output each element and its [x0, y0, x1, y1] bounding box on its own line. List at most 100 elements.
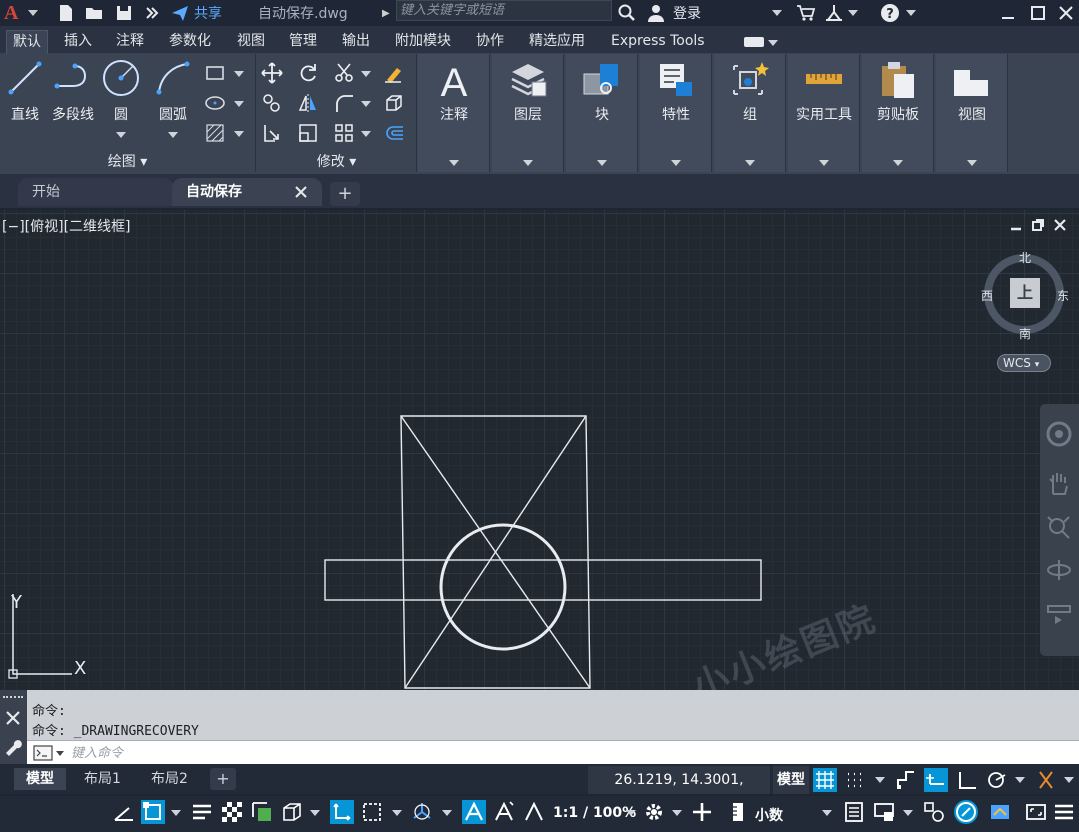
block-dropdown-icon[interactable]: [597, 160, 607, 166]
tab-collaborate[interactable]: 协作: [470, 30, 510, 54]
workspace-gear-icon[interactable]: [642, 800, 666, 824]
ortho-mode-icon[interactable]: [955, 768, 979, 792]
move-icon[interactable]: [261, 62, 283, 84]
properties-dropdown-icon[interactable]: [671, 160, 681, 166]
erase-icon[interactable]: [383, 62, 405, 84]
trim-dropdown-icon[interactable]: [361, 71, 371, 77]
workspace-dropdown-icon[interactable]: [672, 810, 682, 816]
minimize-icon[interactable]: [998, 3, 1018, 23]
trim-icon[interactable]: [333, 62, 355, 84]
block-panel[interactable]: 块: [566, 54, 638, 172]
polar-tracking-icon[interactable]: [984, 768, 1008, 792]
layers-panel[interactable]: 图层: [492, 54, 564, 172]
isodraft-icon[interactable]: [1034, 768, 1058, 792]
annotation-visibility-icon[interactable]: [462, 800, 486, 824]
viewport-minimize-icon[interactable]: [1009, 218, 1023, 232]
quick-properties-icon[interactable]: [842, 800, 866, 824]
store-cart-icon[interactable]: [796, 3, 816, 23]
tab-layout2[interactable]: 布局2: [139, 768, 200, 790]
ribbon-state-icon[interactable]: [744, 37, 764, 47]
tab-view[interactable]: 视图: [231, 30, 271, 54]
properties-panel[interactable]: 特性: [640, 54, 712, 172]
rectangle-icon[interactable]: [204, 62, 226, 84]
fullscreen-icon[interactable]: [1024, 800, 1048, 824]
customization-menu-icon[interactable]: [1052, 800, 1076, 824]
solid-edit-icon[interactable]: [383, 92, 405, 114]
units-value[interactable]: 小数: [755, 805, 783, 825]
units-icon[interactable]: [726, 800, 750, 824]
steering-wheel-icon[interactable]: [1045, 420, 1073, 448]
3d-osnap-icon[interactable]: [280, 800, 304, 824]
ucs-icon[interactable]: Y X: [6, 588, 106, 684]
polar-dropdown-icon[interactable]: [1015, 777, 1025, 783]
3d-osnap-dropdown-icon[interactable]: [310, 810, 320, 816]
scale-dropdown-icon[interactable]: [626, 810, 636, 816]
tab-featured-apps[interactable]: 精选应用: [523, 30, 591, 54]
drawing-viewport[interactable]: [−][俯视][二维线框] 上 北 南 东 西 WCS ▾ Y X 小小绘图院: [0, 210, 1079, 690]
grid-display-icon[interactable]: [813, 768, 837, 792]
center-circle[interactable]: [439, 523, 567, 651]
help-icon[interactable]: ?: [880, 3, 900, 23]
recent-commands-dropdown-icon[interactable]: [56, 751, 64, 756]
tab-default[interactable]: 默认: [6, 30, 48, 54]
tab-annotate[interactable]: 注释: [110, 30, 150, 54]
showmotion-icon[interactable]: [1045, 600, 1073, 628]
array-icon[interactable]: [333, 122, 355, 144]
snap-dropdown-icon[interactable]: [875, 777, 885, 783]
transparency-icon[interactable]: [220, 800, 244, 824]
annotation-scale-icon[interactable]: [522, 800, 546, 824]
search-input[interactable]: 键入关键字或短语: [396, 0, 612, 21]
compass-west[interactable]: 西: [981, 287, 993, 304]
gizmo-icon[interactable]: [410, 800, 434, 824]
more-tools-icon[interactable]: [142, 3, 162, 23]
pan-hand-icon[interactable]: [1045, 470, 1073, 498]
drawing-canvas[interactable]: [0, 210, 1079, 690]
tab-model[interactable]: 模型: [14, 768, 66, 790]
hatch-dropdown-icon[interactable]: [234, 131, 244, 137]
ribbon-state-dropdown-icon[interactable]: [768, 40, 778, 46]
autocad-logo-icon[interactable]: A: [4, 2, 26, 24]
tab-layout1[interactable]: 布局1: [72, 768, 133, 790]
clipboard-panel[interactable]: 剪贴板: [862, 54, 934, 172]
mirror-icon[interactable]: [297, 92, 319, 114]
annotation-dropdown-icon[interactable]: [449, 160, 459, 166]
circle-dropdown-icon[interactable]: [116, 132, 126, 138]
annotation-monitor-icon[interactable]: [690, 800, 714, 824]
view-dropdown-icon[interactable]: [967, 160, 977, 166]
utilities-panel[interactable]: 实用工具: [788, 54, 860, 172]
viewport-restore-icon[interactable]: [1031, 218, 1045, 232]
auto-scale-icon[interactable]: [492, 800, 516, 824]
tab-express-tools[interactable]: Express Tools: [605, 30, 711, 54]
help-dropdown-icon[interactable]: [906, 10, 916, 16]
command-prompt-icon[interactable]: [33, 745, 53, 761]
fillet-dropdown-icon[interactable]: [361, 101, 371, 107]
cursor-coordinates[interactable]: 26.1219, 14.3001, 0.0000: [588, 766, 770, 816]
isometric-drafting-icon[interactable]: [112, 800, 136, 824]
new-tab-button[interactable]: +: [330, 182, 360, 206]
object-snap-tracking-icon[interactable]: [141, 800, 165, 824]
command-grip-icon[interactable]: [3, 696, 23, 699]
lineweight-icon[interactable]: [190, 800, 214, 824]
lock-ui-icon[interactable]: [872, 800, 896, 824]
array-dropdown-icon[interactable]: [361, 131, 371, 137]
new-file-icon[interactable]: [56, 3, 76, 23]
clipboard-dropdown-icon[interactable]: [893, 160, 903, 166]
open-folder-icon[interactable]: [84, 3, 104, 23]
orbit-icon[interactable]: [1045, 556, 1073, 584]
app-menu-dropdown-icon[interactable]: [28, 10, 38, 16]
gizmo-dropdown-icon[interactable]: [442, 810, 452, 816]
layers-dropdown-icon[interactable]: [523, 160, 533, 166]
viewcube[interactable]: 上 北 南 东 西: [978, 240, 1076, 360]
lock-ui-dropdown-icon[interactable]: [903, 810, 913, 816]
scale-icon[interactable]: [297, 122, 319, 144]
selection-filter-icon[interactable]: [360, 800, 384, 824]
tab-insert[interactable]: 插入: [58, 30, 98, 54]
connect-dropdown-icon[interactable]: [848, 10, 858, 16]
tab-manage[interactable]: 管理: [283, 30, 323, 54]
compass-east[interactable]: 东: [1057, 287, 1069, 304]
login-button[interactable]: 登录: [673, 3, 701, 23]
share-icon[interactable]: [170, 3, 190, 23]
osnap-dropdown-icon[interactable]: [171, 810, 181, 816]
rectangle-dropdown-icon[interactable]: [234, 71, 244, 77]
close-icon[interactable]: [1056, 3, 1076, 23]
